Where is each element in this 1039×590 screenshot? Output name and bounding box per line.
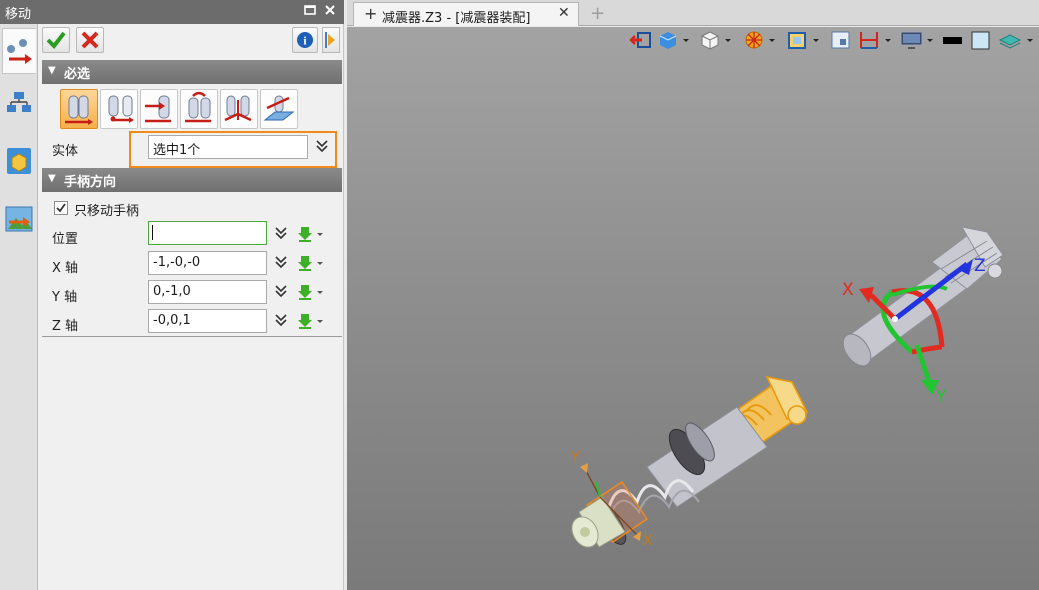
cylinder-handle-icon <box>65 95 93 125</box>
tab-close-icon[interactable]: ✕ <box>558 5 570 21</box>
gizmo-z-label: Z <box>974 256 986 276</box>
new-tab-plus-icon[interactable]: + <box>590 3 605 24</box>
download-arrow-icon <box>298 314 323 329</box>
ok-button[interactable] <box>42 27 70 53</box>
shock-lower-assembly[interactable]: Y X <box>567 375 809 552</box>
picture-icon <box>5 206 33 232</box>
position-label: 位置 <box>52 232 79 247</box>
cross-icon <box>81 31 99 49</box>
y-axis-input[interactable]: 0,-1,0 <box>148 280 267 304</box>
section-divider <box>42 336 342 337</box>
position-pick-button[interactable] <box>297 225 325 247</box>
text-cursor <box>152 225 153 240</box>
collapse-triangle-icon: ▼ <box>48 65 56 76</box>
info-icon: i <box>297 32 313 48</box>
move-property-panel: i ▼ 必选 实体 选中1个 ▼ 手柄方向 只移动手柄 位置 X 轴 -1,-0… <box>38 24 344 590</box>
close-icon[interactable] <box>322 3 338 19</box>
document-tab-bar: + 减震器.Z3 - [减震器装配] ✕ + <box>347 0 1039 26</box>
mode-along-direction[interactable] <box>140 89 178 129</box>
position-chevron-icon[interactable] <box>273 226 289 246</box>
mode-plane-move[interactable] <box>260 89 298 129</box>
assembly-tree-icon <box>7 92 31 112</box>
section-required-title: 必选 <box>64 67 91 82</box>
3d-scene: X Z Y Y X <box>567 226 1004 552</box>
mode-point-to-point[interactable] <box>100 89 138 129</box>
side-tab-strip <box>0 24 38 590</box>
gizmo-x-label: X <box>842 280 854 300</box>
direction-move-icon <box>145 95 171 123</box>
plane-move-icon <box>263 95 295 121</box>
small-triad-x-label: X <box>643 533 653 549</box>
tab-assembly-tree[interactable] <box>2 82 36 128</box>
position-input[interactable] <box>148 221 267 245</box>
entity-label: 实体 <box>52 144 79 159</box>
check-icon <box>46 31 66 50</box>
y-axis-chevron-icon[interactable] <box>273 284 289 304</box>
3d-viewport[interactable]: X Z Y Y X <box>347 27 1039 590</box>
document-area: + 减震器.Z3 - [减震器装配] ✕ + X Z Y Y X <box>347 0 1039 590</box>
gizmo-y-label: Y <box>935 387 947 407</box>
z-axis-input[interactable]: -0,0,1 <box>148 309 267 333</box>
download-arrow-icon <box>298 256 323 271</box>
z-axis-pick-button[interactable] <box>297 312 325 334</box>
download-arrow-icon <box>298 227 323 242</box>
move-tool-icon <box>7 39 32 64</box>
mode-rotate[interactable] <box>180 89 218 129</box>
entity-expand-chevron-icon[interactable] <box>314 139 330 159</box>
download-arrow-icon <box>298 285 323 300</box>
collapse-triangle-icon: ▼ <box>48 173 56 184</box>
mode-move-by-handle[interactable] <box>60 89 98 129</box>
panel-title: 移动 <box>5 7 32 22</box>
panel-title-bar: 移动 <box>0 0 344 24</box>
x-axis-input[interactable]: -1,-0,-0 <box>148 251 267 275</box>
y-axis-label: Y 轴 <box>52 290 78 305</box>
checkmark-icon <box>56 203 66 213</box>
info-button[interactable]: i <box>292 27 318 53</box>
document-tab-label: 减震器.Z3 - [减震器装配] <box>382 11 531 26</box>
tab-part-view[interactable] <box>2 140 36 186</box>
x-axis-label: X 轴 <box>52 261 79 276</box>
x-axis-pick-button[interactable] <box>297 254 325 276</box>
cancel-button[interactable] <box>76 27 104 53</box>
expand-panel-button[interactable] <box>322 27 340 53</box>
move-handle-only-checkbox[interactable] <box>54 201 68 215</box>
y-axis-pick-button[interactable] <box>297 283 325 305</box>
z-axis-label: Z 轴 <box>52 319 79 334</box>
restore-icon[interactable] <box>302 3 318 19</box>
part-cube-icon <box>7 148 31 174</box>
document-plus-icon: + <box>364 4 378 23</box>
z-axis-chevron-icon[interactable] <box>273 313 289 333</box>
tab-image-view[interactable] <box>2 198 36 244</box>
small-triad-y-label: Y <box>570 450 580 466</box>
entity-selection-field[interactable]: 选中1个 <box>148 135 308 159</box>
tab-move[interactable] <box>2 28 36 74</box>
play-arrow-icon <box>325 32 335 48</box>
align-move-icon <box>224 95 252 122</box>
section-handle-direction-title: 手柄方向 <box>64 175 117 190</box>
section-required-header[interactable]: ▼ 必选 <box>42 60 342 84</box>
move-handle-only-label: 只移动手柄 <box>74 204 140 219</box>
section-handle-direction-header[interactable]: ▼ 手柄方向 <box>42 168 342 192</box>
x-axis-chevron-icon[interactable] <box>273 255 289 275</box>
mode-align[interactable] <box>220 89 258 129</box>
point-move-icon <box>108 95 134 123</box>
rotate-move-icon <box>185 91 211 123</box>
document-tab[interactable]: + 减震器.Z3 - [减震器装配] ✕ <box>353 2 579 26</box>
